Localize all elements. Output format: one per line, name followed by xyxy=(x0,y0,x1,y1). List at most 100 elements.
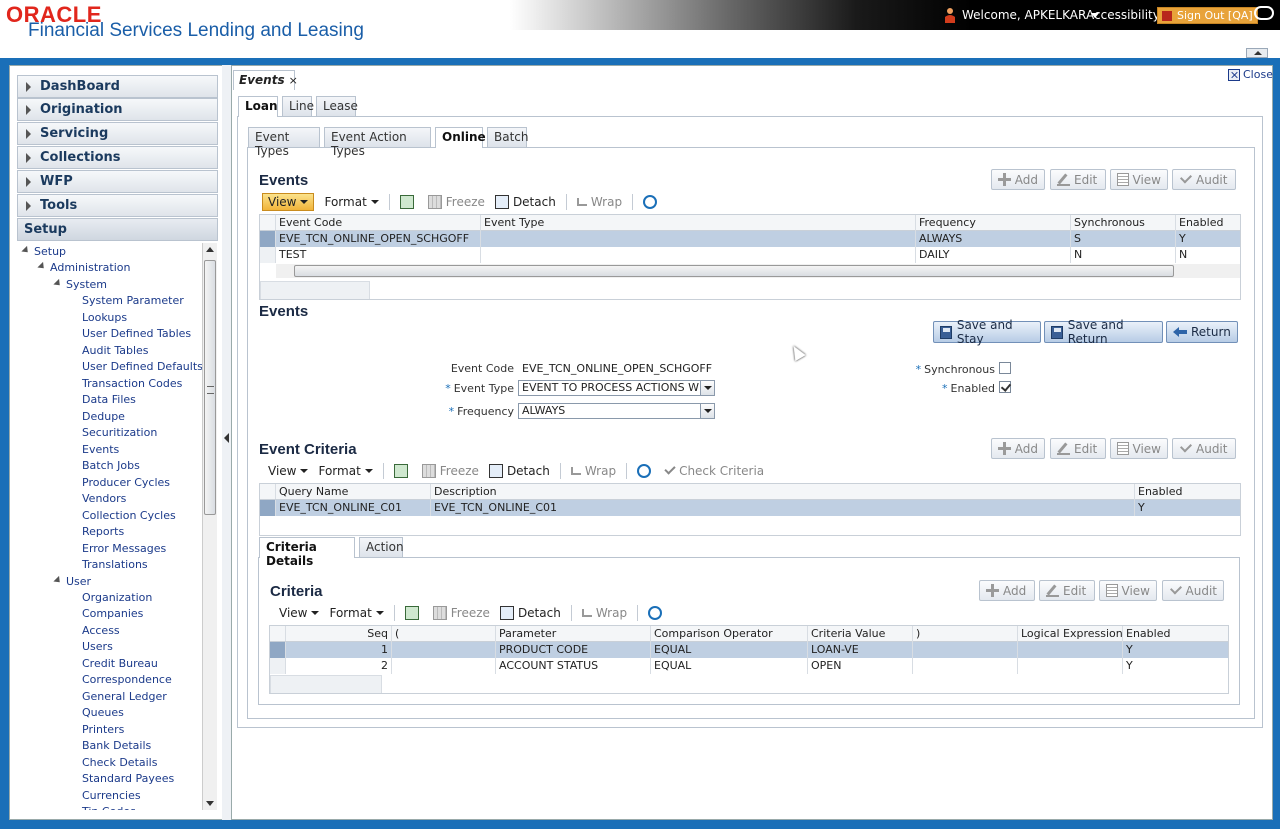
tree-item[interactable]: Credit Bureau xyxy=(82,657,158,670)
tree-item[interactable]: Batch Jobs xyxy=(82,459,140,472)
events-add-button[interactable]: Add xyxy=(991,169,1045,190)
freeze-button[interactable]: Freeze xyxy=(432,606,490,620)
tab-batch[interactable]: Batch xyxy=(487,127,529,147)
tree-item[interactable]: Collection Cycles xyxy=(82,509,176,522)
tree-item[interactable]: Companies xyxy=(82,607,143,620)
criteria-view-button[interactable]: View xyxy=(1110,438,1168,459)
col-seq[interactable]: Seq xyxy=(286,626,392,642)
col-comparison-operator[interactable]: Comparison Operator xyxy=(651,626,808,642)
col-description[interactable]: Description xyxy=(431,484,1135,500)
enabled-checkbox[interactable] xyxy=(999,381,1011,393)
nav-setup[interactable]: Setup xyxy=(17,218,218,241)
table-row[interactable]: 2 ACCOUNT STATUS EQUAL OPEN Y xyxy=(270,658,1228,674)
sign-out-button[interactable]: Sign Out [QA] xyxy=(1157,7,1258,24)
close-link[interactable]: Close xyxy=(1228,68,1273,81)
col-criteria-value[interactable]: Criteria Value xyxy=(808,626,913,642)
nav-servicing[interactable]: Servicing xyxy=(17,122,218,145)
tree-node-setup[interactable]: Setup xyxy=(34,245,66,258)
events-hscroll[interactable] xyxy=(276,264,1240,278)
criteria-add-button[interactable]: Add xyxy=(991,438,1045,459)
tree-scrollbar[interactable] xyxy=(202,243,217,810)
document-tab-events[interactable]: Events × xyxy=(233,70,298,90)
nav-origination[interactable]: Origination xyxy=(17,98,218,121)
tree-item[interactable]: Error Messages xyxy=(82,542,166,555)
tree-item[interactable]: Correspondence xyxy=(82,673,172,686)
tab-line[interactable]: Line xyxy=(282,96,314,116)
tree-item[interactable]: System Parameter xyxy=(82,294,184,307)
detach-button[interactable]: Detach xyxy=(499,606,561,620)
crit-audit-button[interactable]: Audit xyxy=(1162,580,1224,601)
table-row[interactable]: EVE_TCN_ONLINE_C01 EVE_TCN_ONLINE_C01 Y xyxy=(260,500,1240,516)
crit-add-button[interactable]: Add xyxy=(979,580,1035,601)
save-and-return-button[interactable]: Save and Return xyxy=(1044,318,1163,346)
refresh-button[interactable] xyxy=(637,464,655,478)
tab-loan[interactable]: Loan xyxy=(238,96,278,117)
crit-view-button[interactable]: View xyxy=(1099,580,1157,601)
detach-button[interactable]: Detach xyxy=(488,464,550,478)
collapse-left-icon[interactable] xyxy=(224,433,229,443)
wrap-button[interactable]: Wrap xyxy=(576,195,622,209)
col-enabled[interactable]: Enabled xyxy=(1135,484,1240,500)
events-view-button[interactable]: View xyxy=(1110,169,1168,190)
tree-node-administration[interactable]: Administration xyxy=(50,261,131,274)
refresh-button[interactable] xyxy=(648,606,666,620)
tree-item[interactable]: Events xyxy=(82,443,119,456)
view-menu[interactable]: View xyxy=(279,606,319,620)
scroll-down-icon[interactable] xyxy=(206,801,214,806)
wrap-button[interactable]: Wrap xyxy=(570,464,616,478)
chat-icon[interactable] xyxy=(1254,6,1274,20)
tree-node-user[interactable]: User xyxy=(66,575,91,588)
tree-item[interactable]: Dedupe xyxy=(82,410,125,423)
close-tab-icon[interactable]: × xyxy=(289,74,298,87)
chevron-down-icon[interactable] xyxy=(700,381,714,395)
view-menu[interactable]: View xyxy=(268,464,308,478)
events-audit-button[interactable]: Audit xyxy=(1172,169,1236,190)
table-row[interactable]: 1 PRODUCT CODE EQUAL LOAN-VE Y xyxy=(270,642,1228,658)
tab-criteria-details[interactable]: Criteria Details xyxy=(259,537,355,568)
tree-item[interactable]: Bank Details xyxy=(82,739,151,752)
tree-item[interactable]: Producer Cycles xyxy=(82,476,170,489)
col-event-type[interactable]: Event Type xyxy=(481,215,916,231)
nav-collections[interactable]: Collections xyxy=(17,146,218,169)
tree-item[interactable]: User Defined Defaults xyxy=(82,360,202,373)
table-row[interactable]: EVE_TCN_ONLINE_OPEN_SCHGOFF ALWAYS S Y xyxy=(260,231,1240,247)
tree-item[interactable]: Access xyxy=(82,624,120,637)
col-event-code[interactable]: Event Code xyxy=(276,215,481,231)
format-menu[interactable]: Format xyxy=(329,606,383,620)
tree-item[interactable]: Audit Tables xyxy=(82,344,149,357)
tab-action[interactable]: Action xyxy=(359,537,404,557)
criteria-audit-button[interactable]: Audit xyxy=(1172,438,1236,459)
tree-item[interactable]: Data Files xyxy=(82,393,136,406)
export-button[interactable] xyxy=(399,195,418,209)
tree-item[interactable]: Users xyxy=(82,640,113,653)
format-menu[interactable]: Format xyxy=(318,464,372,478)
wrap-button[interactable]: Wrap xyxy=(581,606,627,620)
crit-edit-button[interactable]: Edit xyxy=(1039,580,1095,601)
criteria-edit-button[interactable]: Edit xyxy=(1050,438,1106,459)
table-row[interactable]: TEST DAILY N N xyxy=(260,247,1240,263)
tree-item[interactable]: Tin Codes xyxy=(82,805,136,810)
scroll-thumb[interactable] xyxy=(294,265,1174,277)
col-frequency[interactable]: Frequency xyxy=(916,215,1071,231)
collapse-header-button[interactable] xyxy=(1246,48,1268,58)
accessibility-link[interactable]: Accessibility xyxy=(1086,6,1160,24)
check-criteria-button[interactable]: Check Criteria xyxy=(664,463,764,478)
tree-item[interactable]: Vendors xyxy=(82,492,126,505)
tree-item[interactable]: Check Details xyxy=(82,756,157,769)
refresh-button[interactable] xyxy=(643,195,661,209)
freeze-button[interactable]: Freeze xyxy=(421,464,479,478)
col-open-paren[interactable]: ( xyxy=(392,626,496,642)
col-enabled[interactable]: Enabled xyxy=(1176,215,1240,231)
tab-event-action-types[interactable]: Event Action Types xyxy=(324,127,431,158)
tree-item[interactable]: Transaction Codes xyxy=(82,377,182,390)
tree-item[interactable]: Lookups xyxy=(82,311,127,324)
export-button[interactable] xyxy=(393,464,412,478)
format-menu[interactable]: Format xyxy=(324,195,378,209)
col-query-name[interactable]: Query Name xyxy=(276,484,431,500)
tree-item[interactable]: General Ledger xyxy=(82,690,167,703)
tab-lease[interactable]: Lease xyxy=(316,96,358,116)
return-button[interactable]: Return xyxy=(1166,321,1238,343)
frequency-select[interactable]: ALWAYS xyxy=(518,403,715,419)
tree-item[interactable]: Queues xyxy=(82,706,124,719)
save-and-stay-button[interactable]: Save and Stay xyxy=(933,318,1041,346)
